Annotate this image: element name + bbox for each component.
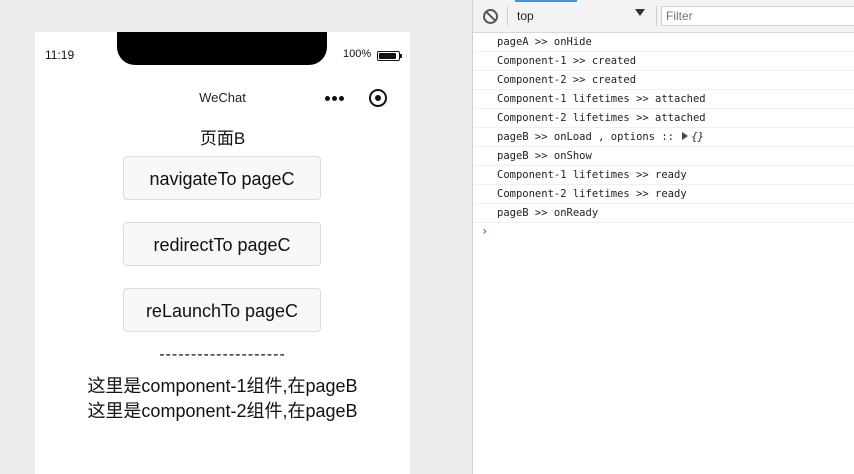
log-row: Component-2 >> created [473,71,854,90]
context-select[interactable]: top [512,6,650,26]
more-dots-icon[interactable] [325,96,349,102]
battery-percent: 100% [343,48,372,60]
nav-bar: WeChat [35,80,410,116]
component-2-text: 这里是component-2组件,在pageB [87,401,358,421]
log-row: Component-2 lifetimes >> ready [473,185,854,204]
log-row: Component-2 lifetimes >> attached [473,109,854,128]
log-row: pageB >> onShow [473,147,854,166]
clear-console-icon[interactable] [483,9,498,24]
dash-divider: -------------------- [159,346,286,363]
console-panel: top pageA >> onHide Component-1 >> creat… [473,0,854,474]
console-prompt-icon[interactable]: › [481,224,488,238]
status-time: 11:19 [45,48,75,62]
toolbar-divider [507,6,508,26]
filter-input[interactable] [661,6,854,26]
console-toolbar: top [473,0,854,33]
battery-icon [377,51,402,61]
relaunch-to-pagec-button[interactable]: reLaunchTo pageC [123,288,321,332]
expand-arrow-icon[interactable] [682,132,689,140]
log-row: pageB >> onLoad , options :: {} [473,128,854,147]
toolbar-divider [656,6,657,26]
log-row: Component-1 lifetimes >> ready [473,166,854,185]
log-row: pageA >> onHide [473,33,854,52]
status-bar: 11:19 100% [35,32,410,76]
active-tab-indicator [515,0,577,2]
chevron-down-icon[interactable] [635,9,645,16]
log-text: pageB >> onLoad , options :: [497,131,681,143]
page-title: 页面B [199,129,246,148]
nav-title: WeChat [199,90,246,105]
redirect-to-pagec-button[interactable]: redirectTo pageC [123,222,321,266]
log-row: Component-1 >> created [473,52,854,71]
phone-notch [117,32,327,65]
log-row: Component-1 lifetimes >> attached [473,90,854,109]
navigate-to-pagec-button[interactable]: navigateTo pageC [123,156,321,200]
component-1-text: 这里是component-1组件,在pageB [87,376,358,396]
phone-screen: 11:19 100% WeChat 页面B navigateTo pageC r… [35,32,410,474]
console-log-list: pageA >> onHide Component-1 >> created C… [473,33,854,223]
log-row: pageB >> onReady [473,204,854,223]
simulator-area: 11:19 100% WeChat 页面B navigateTo pageC r… [0,0,472,474]
close-capsule-icon[interactable] [369,89,387,107]
options-object[interactable]: {} [691,131,704,143]
